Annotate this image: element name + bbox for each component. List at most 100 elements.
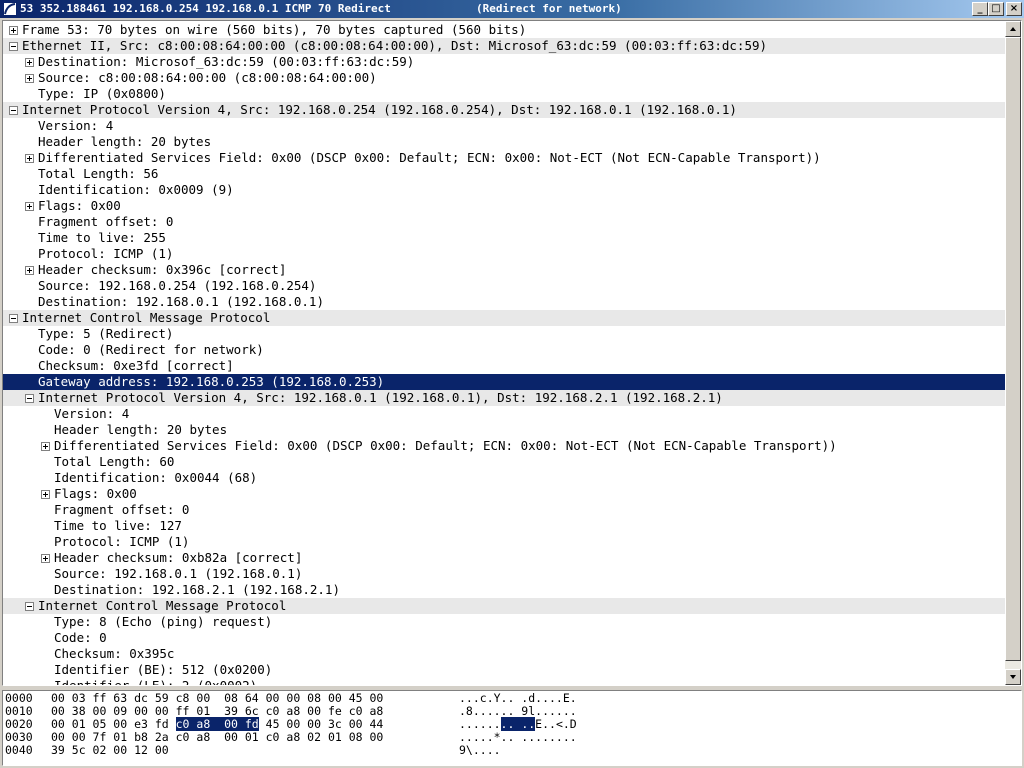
tree-row[interactable]: Ethernet II, Src: c8:00:08:64:00:00 (c8:… — [3, 38, 1005, 54]
tree-row[interactable]: Code: 0 — [3, 630, 1005, 646]
down-arrow-icon — [1010, 675, 1016, 679]
tree-row[interactable]: Total Length: 60 — [3, 454, 1005, 470]
expand-icon[interactable] — [25, 74, 34, 83]
collapse-icon[interactable] — [9, 106, 18, 115]
tree-row[interactable]: Flags: 0x00 — [3, 198, 1005, 214]
tree-row[interactable]: Header length: 20 bytes — [3, 422, 1005, 438]
window-title: 53 352.188461 192.168.0.254 192.168.0.1 … — [20, 2, 391, 15]
tree-row[interactable]: Internet Control Message Protocol — [3, 598, 1005, 614]
hex-ascii-segment: .8...... 9l...... — [459, 704, 577, 718]
collapse-icon[interactable] — [9, 314, 18, 323]
collapse-icon[interactable] — [25, 394, 34, 403]
tree-row[interactable]: Version: 4 — [3, 118, 1005, 134]
expand-icon[interactable] — [25, 202, 34, 211]
tree-row[interactable]: Identification: 0x0044 (68) — [3, 470, 1005, 486]
tree-row-label: Version: 4 — [54, 406, 130, 421]
tree-row[interactable]: Type: IP (0x0800) — [3, 86, 1005, 102]
tree-row[interactable]: Header length: 20 bytes — [3, 134, 1005, 150]
hex-bytes-segment: 00 03 ff 63 dc 59 c8 00 08 64 00 00 08 0… — [51, 691, 384, 705]
tree-row[interactable]: Internet Protocol Version 4, Src: 192.16… — [3, 102, 1005, 118]
expand-icon[interactable] — [25, 58, 34, 67]
tree-row[interactable]: Internet Protocol Version 4, Src: 192.16… — [3, 390, 1005, 406]
tree-row-label: Internet Control Message Protocol — [22, 310, 271, 325]
tree-row-label: Code: 0 (Redirect for network) — [38, 342, 264, 357]
tree-row-label: Internet Control Message Protocol — [38, 598, 287, 613]
tree-row-label: Internet Protocol Version 4, Src: 192.16… — [38, 390, 723, 405]
tree-row[interactable]: Internet Control Message Protocol — [3, 310, 1005, 326]
scroll-down-button[interactable] — [1005, 669, 1021, 685]
tree-row-label: Identifier (BE): 512 (0x0200) — [54, 662, 273, 677]
hex-bytes-highlight: c0 a8 00 fd — [175, 717, 259, 731]
hex-bytes[interactable]: 39 5c 02 00 12 00 — [51, 744, 169, 757]
hex-ascii-segment: .....*.. ........ — [459, 730, 577, 744]
hex-ascii-segment: E..<.D — [535, 717, 577, 731]
tree-row[interactable]: Flags: 0x00 — [3, 486, 1005, 502]
tree-row[interactable]: Destination: 192.168.2.1 (192.168.2.1) — [3, 582, 1005, 598]
tree-row-selected[interactable]: Gateway address: 192.168.0.253 (192.168.… — [3, 374, 1005, 390]
tree-row-label: Protocol: ICMP (1) — [38, 246, 174, 261]
tree-row-label: Header length: 20 bytes — [38, 134, 212, 149]
tree-row-label: Time to live: 255 — [38, 230, 166, 245]
collapse-icon[interactable] — [9, 42, 18, 51]
tree-row[interactable]: Protocol: ICMP (1) — [3, 246, 1005, 262]
tree-row[interactable]: Time to live: 255 — [3, 230, 1005, 246]
tree-row[interactable]: Source: c8:00:08:64:00:00 (c8:00:08:64:0… — [3, 70, 1005, 86]
hex-ascii-segment: 9\.... — [459, 743, 501, 757]
tree-row[interactable]: Checksum: 0xe3fd [correct] — [3, 358, 1005, 374]
tree-row[interactable]: Header checksum: 0x396c [correct] — [3, 262, 1005, 278]
hex-offset: 0040 — [5, 743, 33, 757]
expand-icon[interactable] — [41, 554, 50, 563]
tree-row[interactable]: Type: 5 (Redirect) — [3, 326, 1005, 342]
tree-row[interactable]: Type: 8 (Echo (ping) request) — [3, 614, 1005, 630]
hex-bytes-segment: 39 5c 02 00 12 00 — [51, 743, 169, 757]
expand-icon[interactable] — [41, 442, 50, 451]
tree-row[interactable]: Destination: 192.168.0.1 (192.168.0.1) — [3, 294, 1005, 310]
tree-row[interactable]: Destination: Microsof_63:dc:59 (00:03:ff… — [3, 54, 1005, 70]
tree-row-label: Total Length: 56 — [38, 166, 159, 181]
close-button[interactable]: × — [1006, 2, 1022, 16]
hex-row[interactable]: 0040 39 5c 02 00 12 00 9\.... — [3, 744, 1003, 757]
tree-row[interactable]: Frame 53: 70 bytes on wire (560 bits), 7… — [3, 22, 1005, 38]
tree-row[interactable]: Identification: 0x0009 (9) — [3, 182, 1005, 198]
maximize-button[interactable]: □ — [988, 2, 1004, 16]
tree-row[interactable]: Differentiated Services Field: 0x00 (DSC… — [3, 150, 1005, 166]
tree-row[interactable]: Total Length: 56 — [3, 166, 1005, 182]
tree-row-label: Flags: 0x00 — [38, 198, 121, 213]
tree-row[interactable]: Differentiated Services Field: 0x00 (DSC… — [3, 438, 1005, 454]
tree-row[interactable]: Version: 4 — [3, 406, 1005, 422]
tree-row[interactable]: Fragment offset: 0 — [3, 214, 1005, 230]
collapse-icon[interactable] — [25, 602, 34, 611]
tree-row[interactable]: Fragment offset: 0 — [3, 502, 1005, 518]
scroll-up-button[interactable] — [1005, 21, 1021, 37]
tree-row[interactable]: Source: 192.168.0.254 (192.168.0.254) — [3, 278, 1005, 294]
tree-row-label: Time to live: 127 — [54, 518, 182, 533]
tree-row[interactable]: Source: 192.168.0.1 (192.168.0.1) — [3, 566, 1005, 582]
wireshark-icon — [3, 2, 17, 16]
tree-row[interactable]: Identifier (BE): 512 (0x0200) — [3, 662, 1005, 678]
tree-row[interactable]: Identifier (LE): 2 (0x0002) — [3, 678, 1005, 685]
expand-icon[interactable] — [25, 154, 34, 163]
tree-row-label: Source: 192.168.0.254 (192.168.0.254) — [38, 278, 317, 293]
packet-bytes-pane[interactable]: 0000 00 03 ff 63 dc 59 c8 00 08 64 00 00 … — [2, 690, 1022, 766]
tree-row-label: Version: 4 — [38, 118, 114, 133]
tree-row[interactable]: Code: 0 (Redirect for network) — [3, 342, 1005, 358]
tree-row[interactable]: Protocol: ICMP (1) — [3, 534, 1005, 550]
tree-row[interactable]: Header checksum: 0xb82a [correct] — [3, 550, 1005, 566]
minimize-button[interactable]: _ — [972, 2, 988, 16]
details-scrollbar[interactable] — [1005, 21, 1021, 685]
tree-row[interactable]: Checksum: 0x395c — [3, 646, 1005, 662]
tree-row-label: Checksum: 0xe3fd [correct] — [38, 358, 234, 373]
tree-rows: Frame 53: 70 bytes on wire (560 bits), 7… — [3, 21, 1005, 685]
hex-ascii[interactable]: 9\.... — [459, 744, 501, 757]
expand-icon[interactable] — [41, 490, 50, 499]
tree-row[interactable]: Time to live: 127 — [3, 518, 1005, 534]
hex-ascii-segment: ...... — [459, 717, 501, 731]
hex-bytes-segment: 00 38 00 09 00 00 ff 01 39 6c c0 a8 00 f… — [51, 704, 384, 718]
expand-icon[interactable] — [25, 266, 34, 275]
tree-row-label: Destination: 192.168.0.1 (192.168.0.1) — [38, 294, 324, 309]
scroll-thumb[interactable] — [1005, 37, 1021, 661]
expand-icon[interactable] — [9, 26, 18, 35]
hex-bytes-segment: 45 00 00 3c 00 44 — [258, 717, 384, 731]
hex-ascii-highlight: .. .. — [500, 717, 536, 731]
packet-details-tree[interactable]: Frame 53: 70 bytes on wire (560 bits), 7… — [2, 20, 1022, 686]
